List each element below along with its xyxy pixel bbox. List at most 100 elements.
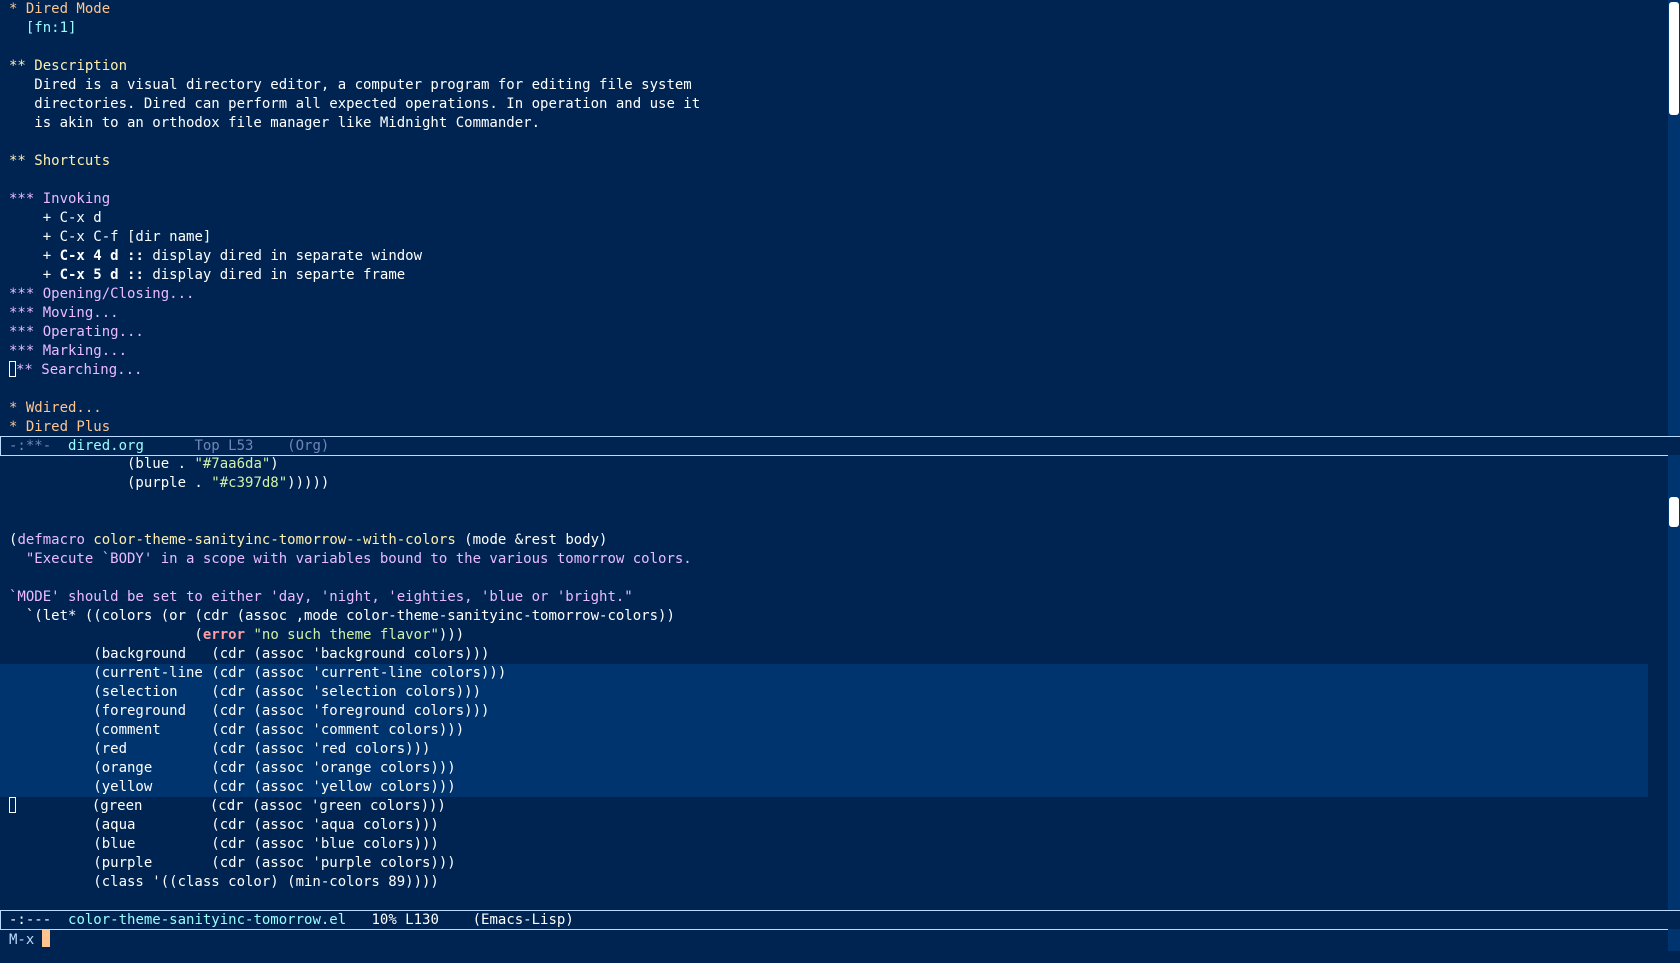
org-heading-3-folded[interactable]: *** Marking...	[0, 342, 1648, 361]
code-line-selected: (foreground (cdr (assoc 'foreground colo…	[0, 702, 1648, 721]
list-bullet: +	[9, 229, 60, 245]
org-heading-1[interactable]: * Dired Plus	[0, 418, 1648, 436]
code-line: (class '((class color) (min-colors 89)))…	[9, 874, 439, 890]
error-function: error	[202, 627, 246, 643]
org-heading-1[interactable]: * Dired Mode	[0, 0, 1648, 19]
org-buffer-window[interactable]: * Dired Mode [fn:1] ** Description Dired…	[0, 0, 1648, 436]
code-line-selected: (orange (cdr (assoc 'orange colors)))	[0, 759, 1648, 778]
minibuffer-prompt: M-x	[9, 932, 35, 948]
org-heading-3[interactable]: *** Invoking	[0, 190, 1648, 209]
macro-name: color-theme-sanityinc-tomorrow--with-col…	[93, 532, 456, 548]
code-line-selected: (comment (cdr (assoc 'comment colors)))	[0, 721, 1648, 740]
heading-text: Opening/Closing...	[42, 286, 195, 302]
top-mode-line[interactable]: -:**- dired.org Top L53 (Org)	[0, 436, 1680, 456]
cursor-icon	[9, 361, 16, 377]
list-item-key: C-x 5 d	[59, 267, 119, 283]
code-text: (green (cdr (assoc 'green colors)))	[16, 798, 446, 814]
list-item-key: C-x 4 d	[59, 248, 119, 264]
elisp-buffer-window[interactable]: (blue . "#7aa6da") (purple . "#c397d8"))…	[0, 455, 1648, 910]
macro-args: (mode &rest body)	[455, 532, 608, 548]
code-line: (background (cdr (assoc 'background colo…	[9, 646, 490, 662]
list-item-description: display dired in separte frame	[152, 267, 406, 283]
major-mode[interactable]: (Org)	[287, 438, 329, 454]
org-heading-3-folded[interactable]: *** Opening/Closing...	[0, 285, 1648, 304]
code-line: (error "no such theme flavor")))	[0, 626, 1648, 645]
footnote-link[interactable]: [fn:1]	[9, 20, 77, 36]
code-line-cursor: (green (cdr (assoc 'green colors)))	[0, 797, 1648, 816]
buffer-status-flags: -:---	[9, 912, 69, 928]
buffer-name[interactable]: color-theme-sanityinc-tomorrow.el	[68, 912, 346, 928]
top-window-scrollbar[interactable]	[1668, 0, 1680, 436]
minibuffer-scrollbar[interactable]	[1668, 929, 1680, 951]
defmacro-line: (defmacro color-theme-sanityinc-tomorrow…	[0, 531, 1648, 550]
bottom-window-scrollbar[interactable]	[1668, 455, 1680, 910]
code-text: (	[9, 627, 203, 643]
heading-text: Invoking	[42, 191, 111, 207]
heading-stars: **	[9, 58, 35, 74]
heading-stars: **	[16, 362, 42, 378]
cursor-icon	[9, 797, 16, 813]
keyword: defmacro	[17, 532, 85, 548]
string-literal: "#7aa6da"	[194, 456, 271, 472]
scrollbar-thumb[interactable]	[1669, 2, 1679, 115]
bottom-mode-line[interactable]: -:--- color-theme-sanityinc-tomorrow.el …	[0, 910, 1680, 930]
org-heading-1-folded[interactable]: * Wdired...	[0, 399, 1648, 418]
heading-stars: *	[9, 400, 26, 416]
buffer-status-flags: -:**-	[9, 438, 69, 454]
string-literal: "#c397d8"	[211, 475, 288, 491]
heading-stars: ***	[9, 343, 43, 359]
list-bullet: +	[9, 210, 60, 226]
code-line-selected: (current-line (cdr (assoc 'current-line …	[0, 664, 1648, 683]
buffer-position: Top L53	[143, 438, 288, 454]
heading-stars: **	[9, 153, 35, 169]
code-text: (purple .	[9, 475, 212, 491]
org-heading-3-folded[interactable]: ** Searching...	[0, 361, 1648, 380]
code-line-selected: (yellow (cdr (assoc 'yellow colors)))	[0, 778, 1648, 797]
heading-text: Shortcuts	[34, 153, 111, 169]
cursor-icon	[42, 930, 51, 947]
docstring-line: "Execute `BODY' in a scope with variable…	[9, 551, 692, 567]
list-item-description: display dired in separate window	[152, 248, 423, 264]
heading-stars: ***	[9, 286, 43, 302]
heading-text: Wdired...	[25, 400, 102, 416]
heading-text: Searching...	[41, 362, 143, 378]
heading-stars: ***	[9, 324, 43, 340]
minibuffer[interactable]: M-x	[0, 930, 51, 950]
code-text: )))	[438, 627, 465, 643]
code-line-selected: (selection (cdr (assoc 'selection colors…	[0, 683, 1648, 702]
list-bullet: +	[9, 248, 60, 264]
docstring-line: `MODE' should be set to either 'day, 'ni…	[9, 589, 633, 605]
list-item-text: C-x d	[59, 210, 102, 226]
org-heading-3-folded[interactable]: *** Operating...	[0, 323, 1648, 342]
heading-text: Dired Mode	[25, 1, 111, 17]
org-heading-2[interactable]: ** Description	[0, 57, 1648, 76]
code-line-selected: (red (cdr (assoc 'red colors)))	[0, 740, 1648, 759]
code-text: )	[270, 456, 279, 472]
list-item-separator: ::	[118, 248, 153, 264]
heading-stars: ***	[9, 191, 43, 207]
code-text: )))))	[287, 475, 330, 491]
footnote-ref[interactable]: [fn:1]	[0, 19, 1648, 38]
code-line: (purple (cdr (assoc 'purple colors)))	[9, 855, 456, 871]
list-item-separator: ::	[118, 267, 153, 283]
heading-stars: *	[9, 419, 26, 435]
buffer-position: 10% L130	[346, 912, 473, 928]
major-mode[interactable]: (Emacs-Lisp)	[473, 912, 574, 928]
buffer-name[interactable]: dired.org	[68, 438, 144, 454]
code-text: (blue .	[9, 456, 195, 472]
heading-text: Moving...	[42, 305, 119, 321]
code-line: (blue . "#7aa6da")	[0, 455, 1648, 474]
list-bullet: +	[9, 267, 60, 283]
org-heading-3-folded[interactable]: *** Moving...	[0, 304, 1648, 323]
org-heading-2[interactable]: ** Shortcuts	[0, 152, 1648, 171]
code-line: (blue (cdr (assoc 'blue colors)))	[9, 836, 439, 852]
list-item: + C-x C-f [dir name]	[0, 228, 1648, 247]
body-text: Dired is a visual directory editor, a co…	[9, 77, 692, 93]
heading-text: Marking...	[42, 343, 128, 359]
scrollbar-thumb[interactable]	[1669, 497, 1679, 527]
